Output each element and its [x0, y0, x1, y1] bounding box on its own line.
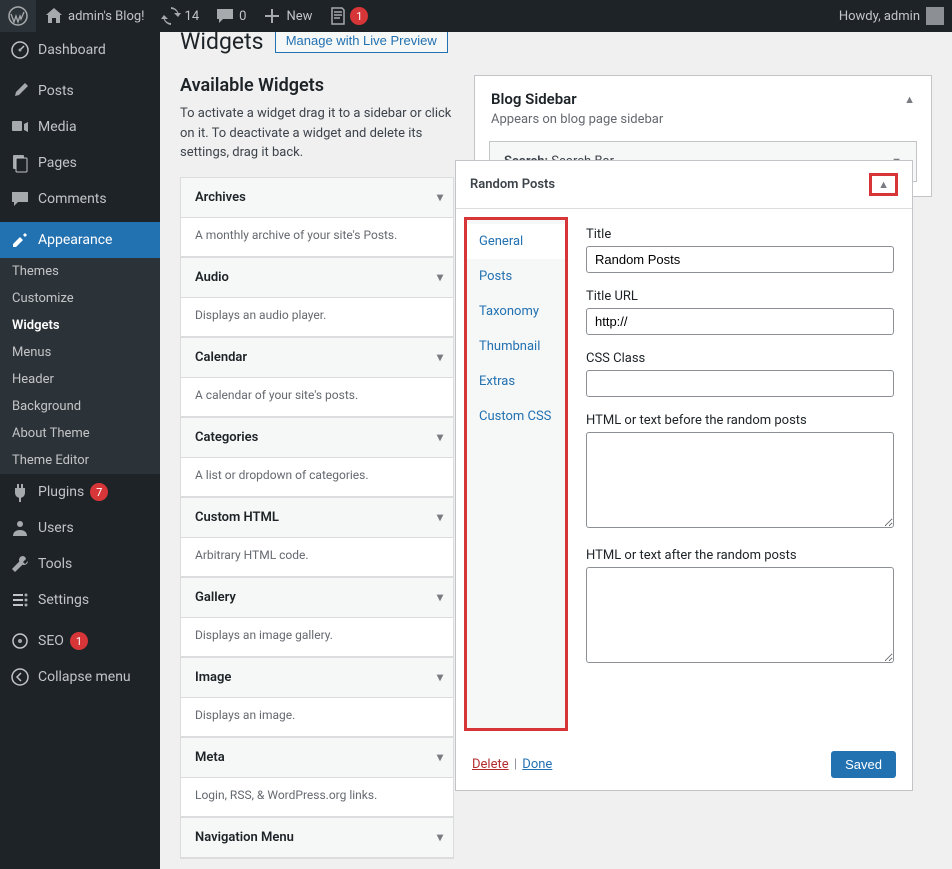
menu-appearance[interactable]: Appearance [0, 222, 160, 258]
comments-link[interactable]: 0 [207, 0, 254, 32]
available-widget-desc: Arbitrary HTML code. [181, 538, 453, 576]
after-textarea[interactable] [586, 567, 894, 663]
admin-sidebar: Dashboard Posts Media Pages Comments App… [0, 32, 160, 869]
menu-users[interactable]: Users [0, 510, 160, 546]
after-label: HTML or text after the random posts [586, 548, 894, 563]
widget-random-title: Random Posts [470, 177, 555, 192]
available-widget-desc: Displays an image. [181, 698, 453, 736]
available-widget[interactable]: ImageDisplays an image. [180, 657, 454, 737]
menu-settings[interactable]: Settings [0, 582, 160, 618]
menu-dashboard[interactable]: Dashboard [0, 32, 160, 68]
submenu-about-theme[interactable]: About Theme [0, 420, 160, 447]
tab-extras[interactable]: Extras [467, 364, 565, 399]
saved-button[interactable]: Saved [831, 751, 896, 778]
available-widget-desc: Displays an audio player. [181, 298, 453, 336]
widget-random-toggle[interactable]: Random Posts ▲ [456, 161, 912, 209]
tab-custom-css[interactable]: Custom CSS [467, 399, 565, 434]
before-label: HTML or text before the random posts [586, 413, 894, 428]
live-preview-button[interactable]: Manage with Live Preview [275, 32, 448, 53]
available-widget-name: Meta [181, 738, 453, 778]
available-widget-desc: A monthly archive of your site's Posts. [181, 218, 453, 256]
submenu-themes[interactable]: Themes [0, 258, 160, 285]
submenu-theme-editor[interactable]: Theme Editor [0, 447, 160, 474]
submenu-widgets[interactable]: Widgets [0, 312, 160, 339]
tab-general[interactable]: General [467, 224, 565, 259]
available-widget-desc: A calendar of your site's posts. [181, 378, 453, 416]
admin-bar: admin's Blog! 14 0 New 1 Howdy, admin [0, 0, 952, 32]
menu-tools[interactable]: Tools [0, 546, 160, 582]
tab-thumbnail[interactable]: Thumbnail [467, 329, 565, 364]
submenu-menus[interactable]: Menus [0, 339, 160, 366]
widget-tabs: General Posts Taxonomy Thumbnail Extras … [464, 217, 568, 731]
available-widget[interactable]: AudioDisplays an audio player. [180, 257, 454, 337]
titleurl-label: Title URL [586, 289, 894, 304]
cssclass-input[interactable] [586, 370, 894, 397]
cssclass-label: CSS Class [586, 351, 894, 366]
title-label: Title [586, 227, 894, 242]
appearance-submenu: Themes Customize Widgets Menus Header Ba… [0, 258, 160, 474]
available-widget[interactable]: Navigation Menu [180, 817, 454, 859]
sidebar-area-title: Blog Sidebar [491, 90, 577, 108]
available-widget[interactable]: CategoriesA list or dropdown of categori… [180, 417, 454, 497]
avatar-icon [926, 7, 944, 25]
menu-media[interactable]: Media [0, 109, 160, 145]
tab-posts[interactable]: Posts [467, 259, 565, 294]
available-widget-name: Audio [181, 258, 453, 298]
updates-link[interactable]: 14 [153, 0, 208, 32]
available-widget-name: Image [181, 658, 453, 698]
sidebar-area-toggle[interactable]: Blog Sidebar ▲ [475, 76, 931, 112]
submenu-background[interactable]: Background [0, 393, 160, 420]
available-widget-desc: Displays an image gallery. [181, 618, 453, 656]
chevron-up-icon: ▲ [904, 93, 915, 106]
available-heading: Available Widgets [180, 75, 454, 96]
page-title: Widgets [180, 32, 263, 55]
menu-pages[interactable]: Pages [0, 145, 160, 181]
delete-link[interactable]: Delete [472, 757, 509, 772]
available-widget-name: Categories [181, 418, 453, 458]
menu-plugins[interactable]: Plugins7 [0, 474, 160, 510]
available-widget-name: Calendar [181, 338, 453, 378]
available-widget[interactable]: Custom HTMLArbitrary HTML code. [180, 497, 454, 577]
submenu-header[interactable]: Header [0, 366, 160, 393]
available-widget-name: Gallery [181, 578, 453, 618]
wp-logo[interactable] [0, 0, 36, 32]
menu-collapse[interactable]: Collapse menu [0, 659, 160, 695]
menu-posts[interactable]: Posts [0, 73, 160, 109]
available-desc: To activate a widget drag it to a sideba… [180, 104, 454, 163]
available-widget[interactable]: ArchivesA monthly archive of your site's… [180, 177, 454, 257]
before-textarea[interactable] [586, 432, 894, 528]
available-widget[interactable]: GalleryDisplays an image gallery. [180, 577, 454, 657]
menu-comments[interactable]: Comments [0, 181, 160, 217]
site-link[interactable]: admin's Blog! [36, 0, 153, 32]
available-widget[interactable]: MetaLogin, RSS, & WordPress.org links. [180, 737, 454, 817]
menu-seo[interactable]: SEO1 [0, 623, 160, 659]
available-widget-desc: A list or dropdown of categories. [181, 458, 453, 496]
available-widget-name: Custom HTML [181, 498, 453, 538]
available-widget-desc: Login, RSS, & WordPress.org links. [181, 778, 453, 816]
chevron-up-icon: ▲ [869, 173, 898, 196]
seo-notif[interactable]: 1 [320, 0, 376, 32]
available-widget-name: Navigation Menu [181, 818, 453, 858]
widget-random-posts: Random Posts ▲ General Posts Taxonomy Th… [455, 160, 913, 791]
account-link[interactable]: Howdy, admin [831, 0, 952, 32]
titleurl-input[interactable] [586, 308, 894, 335]
submenu-customize[interactable]: Customize [0, 285, 160, 312]
new-link[interactable]: New [254, 0, 320, 32]
sidebar-area-desc: Appears on blog page sidebar [475, 112, 931, 141]
tab-taxonomy[interactable]: Taxonomy [467, 294, 565, 329]
available-widget-name: Archives [181, 178, 453, 218]
done-link[interactable]: Done [522, 757, 552, 772]
available-widget[interactable]: CalendarA calendar of your site's posts. [180, 337, 454, 417]
title-input[interactable] [586, 246, 894, 273]
